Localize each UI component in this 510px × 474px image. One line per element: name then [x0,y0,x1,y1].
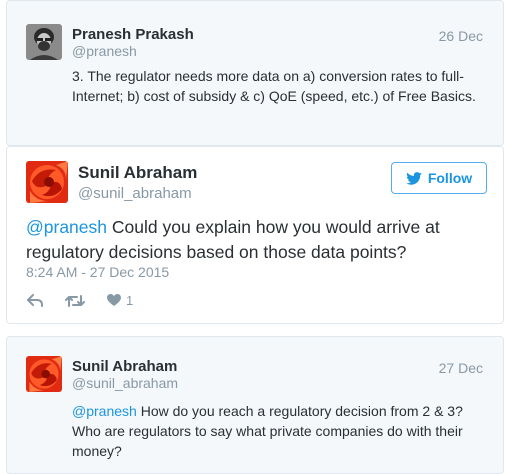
mention-link[interactable]: @pranesh [26,217,107,237]
tweet-text: @pranesh How do you reach a regulatory d… [72,401,490,461]
tweet-date[interactable]: 27 Dec [439,360,483,376]
author-handle[interactable]: @pranesh [72,43,137,59]
twitter-bird-icon [406,171,422,185]
tweet-text: 3. The regulator needs more data on a) c… [72,68,476,104]
tweet-card-parent[interactable]: Pranesh Prakash @pranesh 26 Dec 3. The r… [6,0,504,146]
tweet-date[interactable]: 26 Dec [439,28,483,44]
avatar[interactable] [26,24,62,60]
tweet-timestamp[interactable]: 8:24 AM - 27 Dec 2015 [26,264,169,280]
like-button[interactable]: 1 [107,293,133,308]
author-handle[interactable]: @sunil_abraham [78,185,192,202]
author-name[interactable]: Sunil Abraham [78,163,197,183]
follow-label: Follow [427,170,473,186]
follow-button[interactable]: Follow [391,162,487,194]
like-count: 1 [126,293,134,308]
avatar[interactable] [26,356,62,392]
tweet-text: @pranesh Could you explain how you would… [26,215,476,265]
author-handle[interactable]: @sunil_abraham [72,375,178,391]
heart-icon [107,294,121,306]
avatar[interactable] [26,161,68,203]
tweet-card-reply[interactable]: Sunil Abraham @sunil_abraham 27 Dec @pra… [6,336,504,474]
reply-button[interactable] [27,294,43,307]
author-name[interactable]: Pranesh Prakash [72,26,194,43]
retweet-button[interactable] [65,294,85,308]
author-name[interactable]: Sunil Abraham [72,358,177,375]
mention-link[interactable]: @pranesh [72,403,137,419]
tweet-card-main: Sunil Abraham @sunil_abraham Follow @pra… [6,146,504,324]
reply-icon [27,294,43,307]
tweet-actions: 1 [27,293,155,308]
retweet-icon [65,294,85,307]
